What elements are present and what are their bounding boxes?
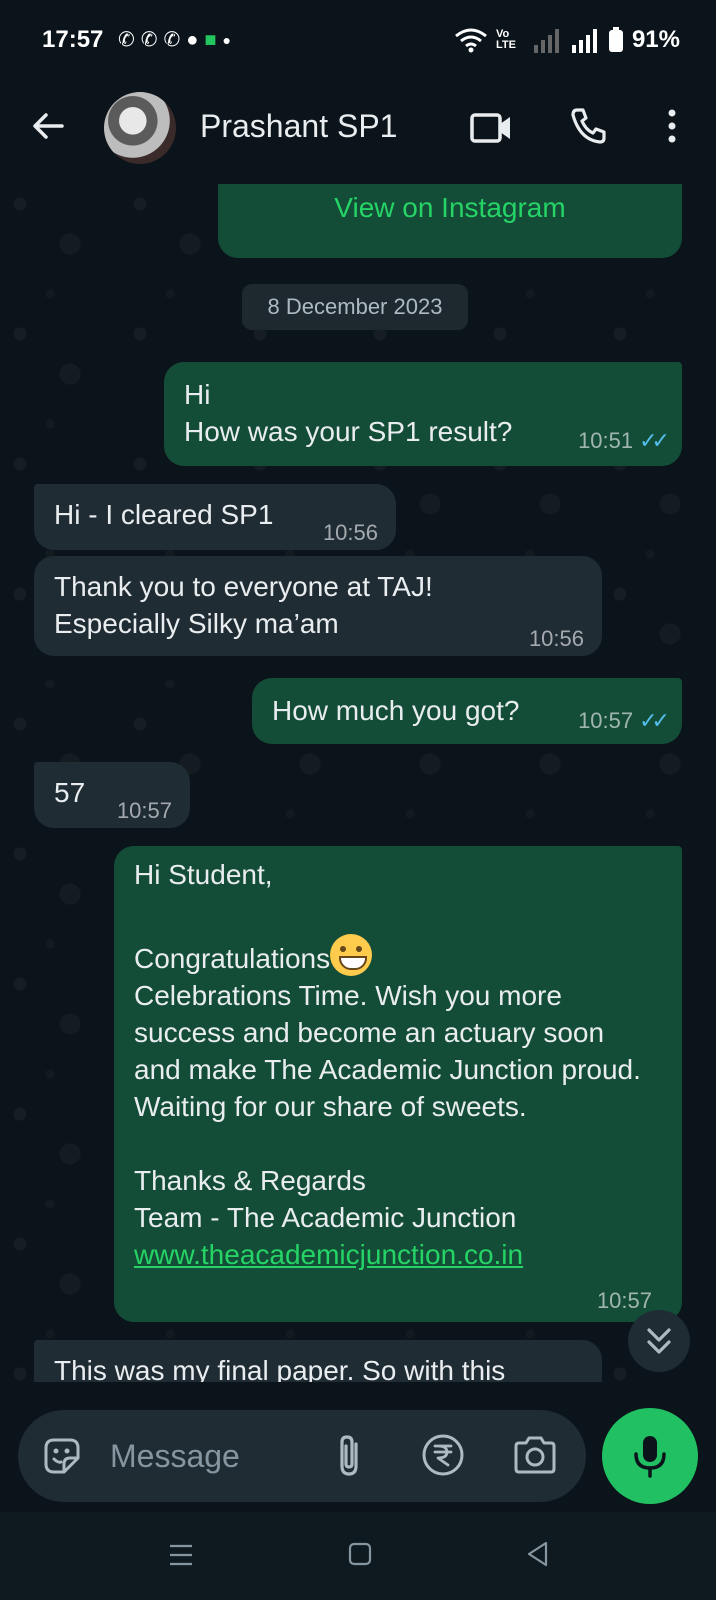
message-text: 57	[54, 777, 86, 808]
message-meta: 10:51 ✓✓	[578, 428, 670, 454]
contact-avatar[interactable]	[104, 92, 176, 164]
status-right: Vo LTE 91%	[454, 26, 680, 54]
home-icon[interactable]	[348, 1542, 372, 1566]
message-time: 10:51	[578, 428, 634, 453]
battery-percent: 91%	[631, 26, 680, 53]
message-bubble-in[interactable]: 57 10:57	[34, 762, 190, 828]
voice-call-icon[interactable]	[568, 106, 608, 146]
app-icon: ■	[204, 29, 217, 51]
message-meta: 10:57 ✓✓	[578, 708, 670, 734]
more-options-icon[interactable]	[658, 106, 686, 146]
greeting-text: Hi Student,	[134, 859, 273, 890]
microphone-icon	[634, 1436, 666, 1478]
message-bubble-in[interactable]: Thank you to everyone at TAJ! Especially…	[34, 556, 602, 656]
whatsapp-icon: ✆	[140, 29, 158, 51]
message-meta: 10:57	[117, 798, 172, 824]
system-nav-bar	[0, 1512, 716, 1600]
chat-header: Prashant SP1	[0, 84, 716, 184]
battery-icon	[608, 27, 623, 52]
whatsapp-business-icon: ✆	[163, 29, 181, 51]
read-ticks-icon: ✓✓	[639, 708, 670, 733]
camera-icon[interactable]	[512, 1434, 558, 1476]
congrats-text: Congratulations	[134, 943, 331, 974]
instagram-card[interactable]: View on Instagram	[218, 184, 682, 258]
message-text: Thank you to everyone at TAJ! Especially…	[54, 571, 433, 639]
sticker-icon[interactable]	[40, 1434, 84, 1478]
status-time: 17:57	[42, 26, 104, 53]
message-bubble-out[interactable]: How much you got? 10:57 ✓✓	[252, 678, 682, 744]
notification-icons: ✆ ✆ ✆ ● ■ ●	[118, 28, 231, 52]
message-bubble-in[interactable]: This was my final paper. So with this	[34, 1340, 602, 1382]
message-bubble-out[interactable]: Hi Student, Congratulations Celebrations…	[114, 846, 682, 1322]
video-call-icon[interactable]	[470, 110, 514, 146]
message-meta: 10:56	[529, 626, 584, 652]
view-on-instagram-link[interactable]: View on Instagram	[218, 192, 682, 224]
status-bar: 17:57 ✆ ✆ ✆ ● ■ ● Vo LTE 91%	[0, 0, 716, 84]
message-meta: 10:56	[323, 520, 378, 546]
message-text: This was my final paper. So with this	[54, 1355, 506, 1382]
nav-back-icon[interactable]	[524, 1540, 552, 1568]
signal-icon-2	[571, 29, 597, 53]
network-label: Vo LTE	[495, 28, 516, 51]
rupee-payment-icon[interactable]	[420, 1432, 466, 1478]
message-bubble-out[interactable]: Hi How was your SP1 result? 10:51 ✓✓	[164, 362, 682, 466]
message-time: 10:56	[322, 520, 378, 545]
message-composer	[18, 1410, 586, 1502]
message-time: 10:57	[578, 708, 634, 733]
wifi-icon	[455, 28, 487, 53]
message-bubble-in[interactable]: Hi - I cleared SP1 10:56	[34, 484, 396, 550]
recent-apps-icon[interactable]	[168, 1542, 194, 1568]
message-input[interactable]	[110, 1430, 310, 1482]
whatsapp-icon: ✆	[118, 29, 135, 51]
signal-icon-1	[533, 29, 559, 53]
date-chip: 8 December 2023	[242, 284, 468, 330]
grinning-face-emoji-icon	[330, 934, 373, 976]
message-content: Hi Student, Congratulations Celebrations…	[134, 856, 654, 1273]
scroll-to-bottom-button[interactable]	[628, 1310, 690, 1372]
message-text: How much you got?	[272, 695, 520, 726]
voice-message-button[interactable]	[602, 1408, 698, 1504]
website-link[interactable]: www.theacademicjunction.co.in	[134, 1236, 654, 1273]
contact-name[interactable]: Prashant SP1	[200, 108, 397, 145]
message-time: 10:56	[528, 626, 584, 651]
message-text: Hi - I cleared SP1	[54, 499, 274, 530]
double-chevron-down-icon	[647, 1328, 671, 1354]
dot-icon: ●	[222, 32, 231, 48]
congrats-line: Congratulations	[134, 897, 654, 977]
read-ticks-icon: ✓✓	[639, 428, 670, 453]
message-time: 10:57	[116, 798, 172, 823]
message-body: Celebrations Time. Wish you more success…	[134, 980, 641, 1233]
chat-area[interactable]: View on Instagram 8 December 2023 Hi How…	[0, 184, 716, 1382]
message-text: Hi How was your SP1 result?	[184, 379, 513, 447]
back-arrow-icon[interactable]	[28, 106, 68, 146]
paperclip-icon[interactable]	[332, 1432, 366, 1480]
chat-icon: ●	[186, 29, 199, 51]
